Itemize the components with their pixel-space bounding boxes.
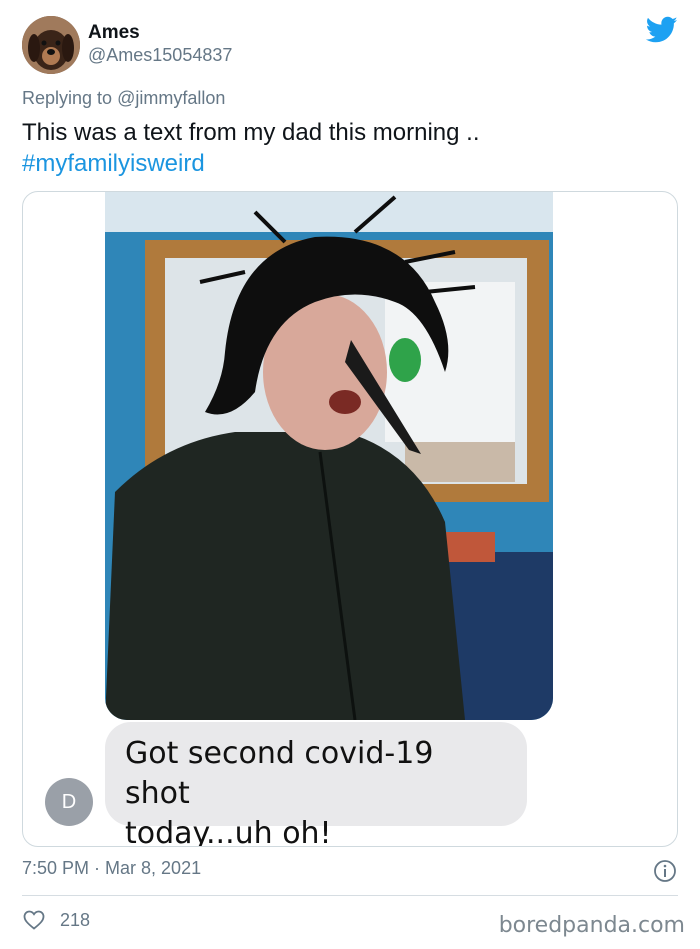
tweet-timestamp[interactable]: 7:50 PM · Mar 8, 2021 [22, 858, 201, 879]
sender-avatar: D [45, 778, 93, 826]
replying-prefix: Replying to [22, 88, 113, 108]
divider [22, 895, 678, 896]
author-name[interactable]: Ames [88, 22, 140, 44]
reply-mention-link[interactable]: @jimmyfallon [117, 88, 225, 108]
hashtag-link[interactable]: #myfamilyisweird [22, 148, 662, 179]
author-handle[interactable]: @Ames15054837 [88, 45, 232, 66]
avatar[interactable] [22, 16, 80, 74]
message-line-2: today...uh oh! [125, 816, 332, 847]
message-line-1: Got second covid-19 shot [125, 736, 434, 811]
dog-avatar-image [22, 16, 80, 74]
heart-icon[interactable] [22, 908, 46, 932]
tweet-body: This was a text from my dad this morning… [22, 119, 480, 146]
man-in-wig-photo [105, 192, 553, 720]
photo[interactable] [105, 192, 553, 720]
replying-to: Replying to @jimmyfallon [22, 88, 225, 109]
message-bubble: Got second covid-19 shot today...uh oh! [105, 722, 527, 846]
info-icon[interactable] [653, 859, 677, 883]
media-card[interactable]: D Got second covid-19 shot today...uh oh… [22, 191, 678, 847]
tweet-card: Ames @Ames15054837 Replying to @jimmyfal… [0, 0, 700, 949]
tweet-text: This was a text from my dad this morning… [22, 117, 662, 179]
twitter-bird-icon[interactable] [645, 16, 678, 44]
watermark: boredpanda.com [498, 913, 685, 938]
like-count[interactable]: 218 [60, 910, 90, 931]
